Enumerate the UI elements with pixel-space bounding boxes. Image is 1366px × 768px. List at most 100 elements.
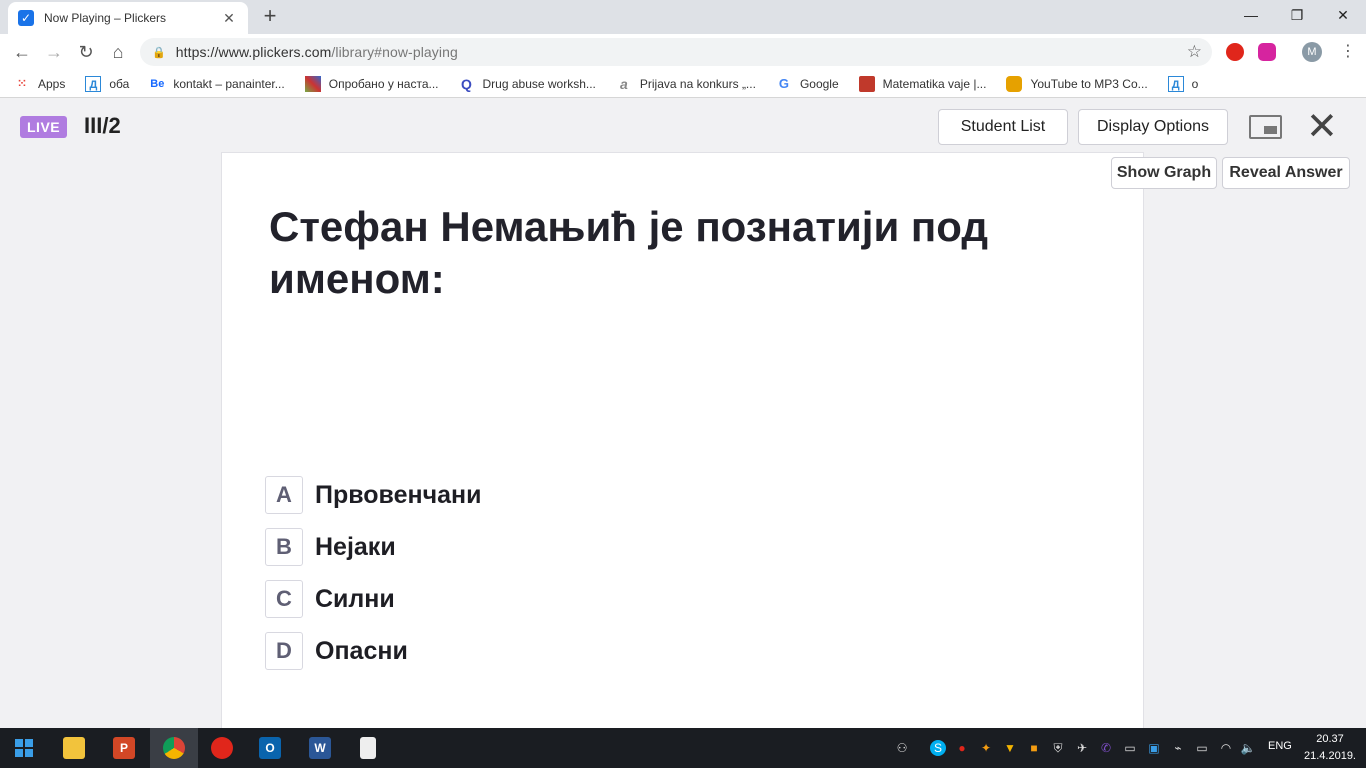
instagram-extension-icon[interactable]: [1258, 43, 1276, 61]
windows-logo-icon: [15, 739, 33, 757]
plickers-favicon: ✓: [18, 10, 34, 26]
opera-icon: [211, 737, 233, 759]
lock-icon: 🔒: [152, 46, 166, 59]
student-list-button[interactable]: Student List: [938, 109, 1068, 145]
window-close-icon[interactable]: ✕: [1320, 0, 1366, 30]
apps-grid-icon: ⁙: [17, 77, 27, 90]
choice-d: D Опасни: [265, 632, 408, 670]
profile-avatar[interactable]: M: [1302, 42, 1322, 62]
show-graph-button[interactable]: Show Graph: [1111, 157, 1217, 189]
opera-tray-icon[interactable]: ●: [954, 740, 970, 756]
usb-icon[interactable]: ⌁: [1170, 740, 1186, 756]
start-button[interactable]: [0, 728, 48, 768]
language-indicator[interactable]: ENG: [1268, 740, 1292, 752]
people-icon[interactable]: ⚇: [894, 740, 910, 756]
url-text: https://www.plickers.com/library#now-pla…: [175, 44, 458, 60]
notepad-taskbar-button[interactable]: [344, 728, 392, 768]
back-icon[interactable]: ←: [10, 40, 34, 64]
bookmark-d-icon: Д: [1167, 75, 1184, 92]
windows-taskbar: P O W ⚇ S ● ✦ ▼ ■ ⛨ ✈ ✆ ▭ ▣ ⌁ ▭ ◠ 🔈 ENG …: [0, 728, 1366, 768]
camera-icon: [1006, 75, 1023, 92]
choice-letter: C: [265, 580, 303, 618]
reveal-answer-button[interactable]: Reveal Answer: [1222, 157, 1350, 189]
choice-text: Нејаки: [315, 532, 396, 561]
word-taskbar-button[interactable]: W: [296, 728, 344, 768]
network-off-icon[interactable]: ✈: [1074, 740, 1090, 756]
bookmark-item[interactable]: Matematika vaje |...: [858, 75, 986, 92]
bookmark-item[interactable]: Be kontakt – panainter...: [149, 76, 284, 92]
bookmark-star-icon[interactable]: ☆: [1187, 42, 1202, 62]
word-icon: W: [309, 737, 331, 759]
close-icon[interactable]: ✕: [1306, 107, 1338, 147]
choice-b: B Нејаки: [265, 528, 396, 566]
tab-title: Now Playing – Plickers: [44, 11, 167, 25]
choice-letter: D: [265, 632, 303, 670]
choice-a: A Првовенчани: [265, 476, 481, 514]
home-icon[interactable]: ⌂: [106, 40, 130, 64]
minimize-icon[interactable]: —: [1228, 0, 1274, 30]
file-explorer-taskbar-button[interactable]: [50, 728, 98, 768]
tab-close-icon[interactable]: ✕: [220, 10, 238, 27]
choice-text: Силни: [315, 584, 395, 613]
bookmark-item[interactable]: Доба: [85, 75, 129, 92]
wifi-icon[interactable]: ◠: [1218, 740, 1234, 756]
display-options-button[interactable]: Display Options: [1078, 109, 1228, 145]
utorrent-icon[interactable]: ■: [1026, 740, 1042, 756]
chrome-menu-icon[interactable]: ⋮: [1340, 42, 1356, 62]
bookmark-d-icon: Д: [85, 75, 102, 92]
skype-icon[interactable]: S: [930, 740, 946, 756]
live-badge: LIVE: [20, 116, 68, 138]
choice-letter: A: [265, 476, 303, 514]
new-tab-button[interactable]: +: [258, 5, 282, 27]
clock-time: 20.37: [1316, 733, 1344, 745]
choice-letter: B: [265, 528, 303, 566]
class-name: III/2: [84, 113, 121, 138]
bookmarks-bar: ⁙ Apps Доба Be kontakt – panainter... Опро…: [0, 70, 1366, 98]
tab-now-playing[interactable]: ✓ Now Playing – Plickers ✕: [8, 2, 248, 34]
bookmark-item[interactable]: a Prijava na konkurs „...: [616, 76, 756, 92]
bookmark-item[interactable]: Опробано у наста...: [304, 75, 439, 92]
restore-icon[interactable]: ❐: [1274, 0, 1320, 30]
address-bar[interactable]: 🔒 https://www.plickers.com/library#now-p…: [140, 38, 1212, 66]
bookmark-item[interactable]: Дo: [1167, 75, 1198, 92]
forward-icon[interactable]: →: [42, 40, 66, 64]
bookmark-item[interactable]: YouTube to MP3 Co...: [1006, 75, 1148, 92]
outlook-taskbar-button[interactable]: O: [246, 728, 294, 768]
folder-icon: [63, 737, 85, 759]
school-icon: [858, 75, 875, 92]
viber-icon[interactable]: ✆: [1098, 740, 1114, 756]
mosaic-icon: [304, 75, 321, 92]
behance-icon: Be: [150, 77, 165, 90]
shield-icon[interactable]: ⛨: [1050, 740, 1066, 756]
bookmark-item[interactable]: Q Drug abuse worksh...: [459, 76, 596, 92]
script-a-icon: a: [619, 75, 628, 92]
reload-icon[interactable]: ↻: [74, 40, 98, 64]
clock[interactable]: 20.37 21.4.2019.: [1300, 731, 1360, 765]
google-icon: G: [778, 75, 789, 91]
powerpoint-taskbar-button[interactable]: P: [100, 728, 148, 768]
bookmark-item[interactable]: G Google: [776, 76, 839, 92]
now-playing-view: LIVE III/2 Student List Display Options …: [0, 99, 1366, 752]
powerpoint-icon: P: [113, 737, 135, 759]
document-icon: [360, 737, 376, 759]
q-icon: Q: [461, 75, 472, 92]
bookmark-item[interactable]: ⁙ Apps: [14, 76, 65, 92]
outlook-icon: O: [259, 737, 281, 759]
avast-icon[interactable]: ✦: [978, 740, 994, 756]
choice-text: Опасни: [315, 636, 408, 665]
clock-date: 21.4.2019.: [1304, 750, 1356, 762]
winamp-icon[interactable]: ▼: [1002, 740, 1018, 756]
opera-extension-icon[interactable]: [1226, 43, 1244, 61]
bluetooth-icon[interactable]: ▣: [1146, 740, 1162, 756]
device-icon[interactable]: ▭: [1122, 740, 1138, 756]
volume-icon[interactable]: 🔈: [1240, 740, 1256, 756]
opera-taskbar-button[interactable]: [198, 728, 246, 768]
chrome-taskbar-button[interactable]: [150, 728, 198, 768]
minimize-player-icon[interactable]: [1249, 115, 1282, 139]
battery-icon[interactable]: ▭: [1194, 740, 1210, 756]
browser-tabstrip: ✓ Now Playing – Plickers ✕ + — ❐ ✕: [0, 0, 1366, 34]
question-text: Стефан Немањић је познатији под именом:: [269, 203, 989, 302]
choice-text: Првовенчани: [315, 480, 482, 509]
choice-c: C Силни: [265, 580, 395, 618]
chrome-icon: [163, 737, 185, 759]
